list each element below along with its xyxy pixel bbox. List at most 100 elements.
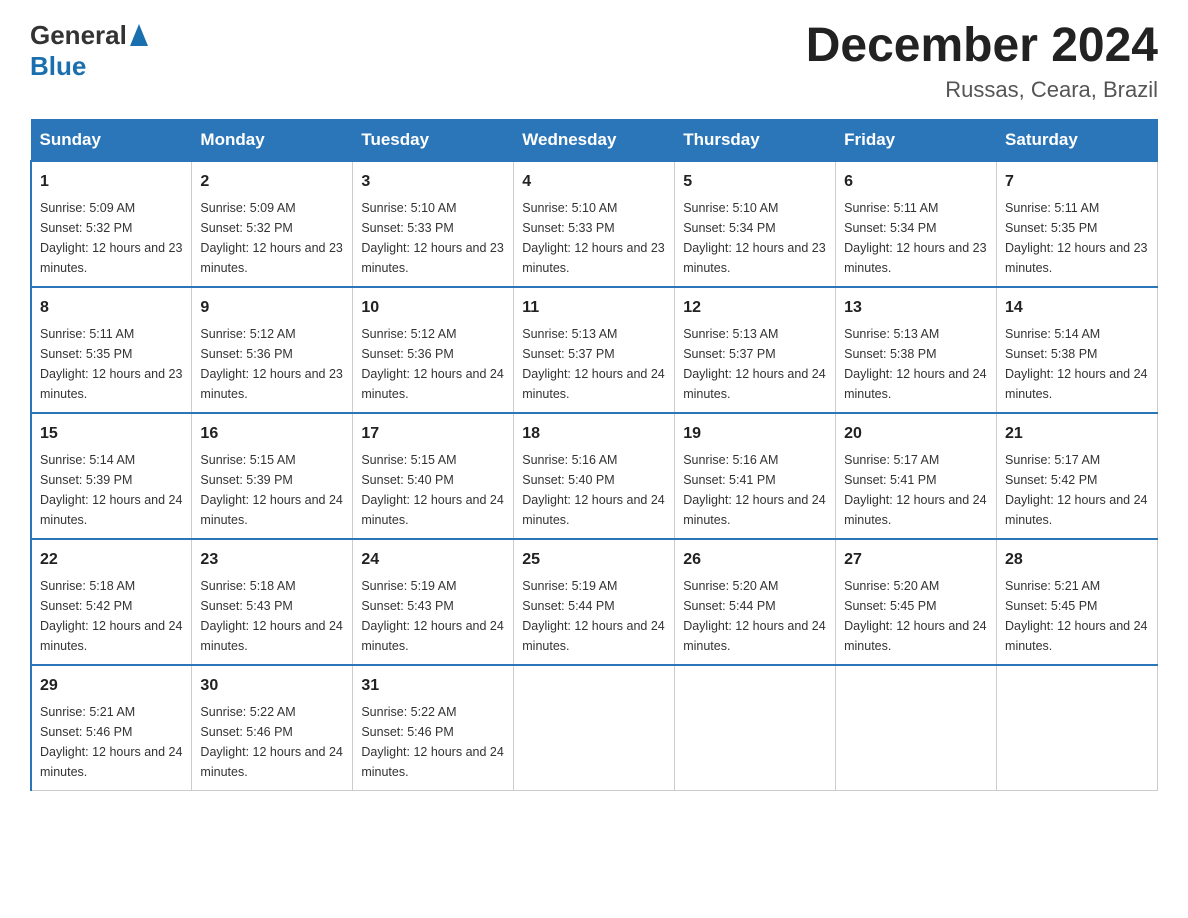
day-number: 29: [40, 674, 183, 698]
day-number: 3: [361, 170, 505, 194]
calendar-cell: 7 Sunrise: 5:11 AMSunset: 5:35 PMDaylight…: [997, 161, 1158, 287]
calendar-header-wednesday: Wednesday: [514, 119, 675, 161]
page-header: General Blue December 2024 Russas, Ceara…: [30, 20, 1158, 103]
calendar-week-row: 1 Sunrise: 5:09 AMSunset: 5:32 PMDaylight…: [31, 161, 1158, 287]
day-number: 4: [522, 170, 666, 194]
calendar-cell: 19Sunrise: 5:16 AMSunset: 5:41 PMDayligh…: [675, 413, 836, 539]
day-info: Sunrise: 5:14 AMSunset: 5:39 PMDaylight:…: [40, 453, 182, 527]
calendar-cell: 23 Sunrise: 5:18 AMSunset: 5:43 PMDayligh…: [192, 539, 353, 665]
month-title: December 2024: [806, 20, 1158, 73]
day-number: 26: [683, 548, 827, 572]
logo-triangle: [130, 24, 148, 51]
calendar-cell: 4Sunrise: 5:10 AMSunset: 5:33 PMDaylight…: [514, 161, 675, 287]
day-info: Sunrise: 5:09 AMSunset: 5:32 PMDaylight:…: [200, 201, 342, 275]
day-info: Sunrise: 5:20 AMSunset: 5:45 PMDaylight:…: [844, 579, 986, 653]
day-info: Sunrise: 5:18 AMSunset: 5:42 PMDaylight:…: [40, 579, 182, 653]
day-info: Sunrise: 5:12 AMSunset: 5:36 PMDaylight:…: [361, 327, 503, 401]
calendar-header-thursday: Thursday: [675, 119, 836, 161]
calendar-cell: 1 Sunrise: 5:09 AMSunset: 5:32 PMDaylight…: [31, 161, 192, 287]
day-info: Sunrise: 5:11 AMSunset: 5:35 PMDaylight:…: [40, 327, 182, 401]
calendar-cell: 11 Sunrise: 5:13 AMSunset: 5:37 PMDayligh…: [514, 287, 675, 413]
calendar-cell: [997, 665, 1158, 791]
day-number: 7: [1005, 170, 1149, 194]
calendar-header-tuesday: Tuesday: [353, 119, 514, 161]
day-number: 14: [1005, 296, 1149, 320]
calendar-cell: 12Sunrise: 5:13 AMSunset: 5:37 PMDayligh…: [675, 287, 836, 413]
day-info: Sunrise: 5:11 AMSunset: 5:34 PMDaylight:…: [844, 201, 986, 275]
day-number: 24: [361, 548, 505, 572]
day-number: 10: [361, 296, 505, 320]
day-info: Sunrise: 5:18 AMSunset: 5:43 PMDaylight:…: [200, 579, 342, 653]
day-number: 18: [522, 422, 666, 446]
calendar-cell: [675, 665, 836, 791]
calendar-header-saturday: Saturday: [997, 119, 1158, 161]
day-info: Sunrise: 5:22 AMSunset: 5:46 PMDaylight:…: [361, 705, 503, 779]
day-info: Sunrise: 5:22 AMSunset: 5:46 PMDaylight:…: [200, 705, 342, 779]
calendar-cell: 8 Sunrise: 5:11 AMSunset: 5:35 PMDaylight…: [31, 287, 192, 413]
calendar-cell: 22 Sunrise: 5:18 AMSunset: 5:42 PMDayligh…: [31, 539, 192, 665]
day-info: Sunrise: 5:10 AMSunset: 5:33 PMDaylight:…: [361, 201, 503, 275]
logo-text-general: General: [30, 20, 127, 51]
calendar-cell: 24 Sunrise: 5:19 AMSunset: 5:43 PMDayligh…: [353, 539, 514, 665]
day-info: Sunrise: 5:19 AMSunset: 5:44 PMDaylight:…: [522, 579, 664, 653]
day-info: Sunrise: 5:10 AMSunset: 5:34 PMDaylight:…: [683, 201, 825, 275]
calendar-cell: 20 Sunrise: 5:17 AMSunset: 5:41 PMDayligh…: [836, 413, 997, 539]
day-info: Sunrise: 5:13 AMSunset: 5:38 PMDaylight:…: [844, 327, 986, 401]
calendar-cell: 26 Sunrise: 5:20 AMSunset: 5:44 PMDayligh…: [675, 539, 836, 665]
day-info: Sunrise: 5:15 AMSunset: 5:39 PMDaylight:…: [200, 453, 342, 527]
calendar-cell: 31 Sunrise: 5:22 AMSunset: 5:46 PMDayligh…: [353, 665, 514, 791]
calendar-table: SundayMondayTuesdayWednesdayThursdayFrid…: [30, 119, 1158, 791]
day-number: 16: [200, 422, 344, 446]
day-number: 13: [844, 296, 988, 320]
day-number: 23: [200, 548, 344, 572]
calendar-cell: 16 Sunrise: 5:15 AMSunset: 5:39 PMDayligh…: [192, 413, 353, 539]
day-info: Sunrise: 5:17 AMSunset: 5:42 PMDaylight:…: [1005, 453, 1147, 527]
day-number: 12: [683, 296, 827, 320]
calendar-header-monday: Monday: [192, 119, 353, 161]
calendar-cell: 6 Sunrise: 5:11 AMSunset: 5:34 PMDaylight…: [836, 161, 997, 287]
calendar-week-row: 8 Sunrise: 5:11 AMSunset: 5:35 PMDaylight…: [31, 287, 1158, 413]
day-number: 30: [200, 674, 344, 698]
day-number: 22: [40, 548, 183, 572]
day-number: 17: [361, 422, 505, 446]
day-number: 11: [522, 296, 666, 320]
calendar-week-row: 22 Sunrise: 5:18 AMSunset: 5:42 PMDayligh…: [31, 539, 1158, 665]
calendar-cell: 17Sunrise: 5:15 AMSunset: 5:40 PMDayligh…: [353, 413, 514, 539]
calendar-week-row: 29 Sunrise: 5:21 AMSunset: 5:46 PMDayligh…: [31, 665, 1158, 791]
day-number: 8: [40, 296, 183, 320]
day-info: Sunrise: 5:13 AMSunset: 5:37 PMDaylight:…: [522, 327, 664, 401]
calendar-cell: 2 Sunrise: 5:09 AMSunset: 5:32 PMDaylight…: [192, 161, 353, 287]
calendar-cell: 14Sunrise: 5:14 AMSunset: 5:38 PMDayligh…: [997, 287, 1158, 413]
day-number: 25: [522, 548, 666, 572]
location-subtitle: Russas, Ceara, Brazil: [806, 77, 1158, 103]
day-number: 5: [683, 170, 827, 194]
day-number: 19: [683, 422, 827, 446]
day-number: 20: [844, 422, 988, 446]
day-number: 15: [40, 422, 183, 446]
day-info: Sunrise: 5:17 AMSunset: 5:41 PMDaylight:…: [844, 453, 986, 527]
day-info: Sunrise: 5:11 AMSunset: 5:35 PMDaylight:…: [1005, 201, 1147, 275]
day-info: Sunrise: 5:20 AMSunset: 5:44 PMDaylight:…: [683, 579, 825, 653]
day-info: Sunrise: 5:12 AMSunset: 5:36 PMDaylight:…: [200, 327, 342, 401]
day-info: Sunrise: 5:16 AMSunset: 5:40 PMDaylight:…: [522, 453, 664, 527]
calendar-cell: 3 Sunrise: 5:10 AMSunset: 5:33 PMDaylight…: [353, 161, 514, 287]
calendar-cell: 25 Sunrise: 5:19 AMSunset: 5:44 PMDayligh…: [514, 539, 675, 665]
calendar-header-friday: Friday: [836, 119, 997, 161]
day-number: 21: [1005, 422, 1149, 446]
day-number: 6: [844, 170, 988, 194]
day-number: 28: [1005, 548, 1149, 572]
calendar-cell: 27Sunrise: 5:20 AMSunset: 5:45 PMDayligh…: [836, 539, 997, 665]
day-number: 2: [200, 170, 344, 194]
day-info: Sunrise: 5:19 AMSunset: 5:43 PMDaylight:…: [361, 579, 503, 653]
calendar-cell: 21 Sunrise: 5:17 AMSunset: 5:42 PMDayligh…: [997, 413, 1158, 539]
day-info: Sunrise: 5:21 AMSunset: 5:46 PMDaylight:…: [40, 705, 182, 779]
logo: General Blue: [30, 20, 148, 82]
day-number: 9: [200, 296, 344, 320]
day-info: Sunrise: 5:09 AMSunset: 5:32 PMDaylight:…: [40, 201, 182, 275]
calendar-cell: 15 Sunrise: 5:14 AMSunset: 5:39 PMDayligh…: [31, 413, 192, 539]
calendar-cell: 13 Sunrise: 5:13 AMSunset: 5:38 PMDayligh…: [836, 287, 997, 413]
day-number: 1: [40, 170, 183, 194]
calendar-cell: 10 Sunrise: 5:12 AMSunset: 5:36 PMDayligh…: [353, 287, 514, 413]
day-number: 31: [361, 674, 505, 698]
calendar-cell: [514, 665, 675, 791]
